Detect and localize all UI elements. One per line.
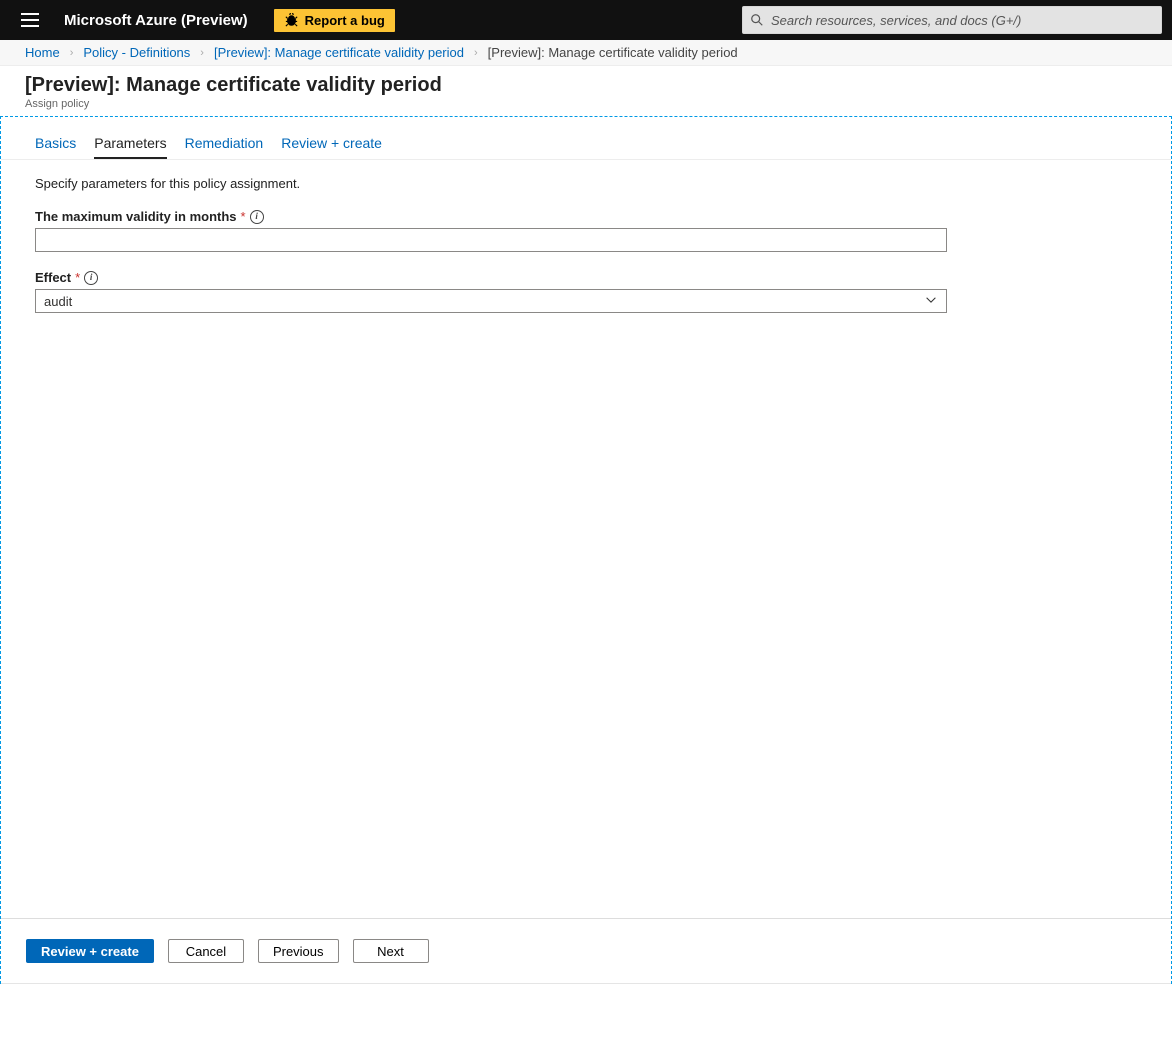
previous-button[interactable]: Previous [258, 939, 339, 963]
cancel-button[interactable]: Cancel [168, 939, 244, 963]
tab-review-create[interactable]: Review + create [281, 135, 382, 159]
breadcrumb-home[interactable]: Home [25, 45, 60, 60]
breadcrumb: Home › Policy - Definitions › [Preview]:… [0, 40, 1172, 66]
tabs: Basics Parameters Remediation Review + c… [1, 117, 1171, 160]
effect-label: Effect [35, 270, 71, 285]
page-subtitle: Assign policy [25, 98, 1172, 110]
bug-icon [284, 13, 299, 28]
report-bug-label: Report a bug [305, 13, 385, 28]
info-icon[interactable]: i [250, 210, 264, 224]
required-indicator: * [241, 209, 246, 224]
chevron-right-icon: › [64, 47, 80, 59]
max-validity-label-row: The maximum validity in months * i [35, 209, 264, 224]
hamburger-icon [21, 13, 39, 27]
info-icon[interactable]: i [84, 271, 98, 285]
page-header: [Preview]: Manage certificate validity p… [0, 66, 1172, 116]
form-body: Specify parameters for this policy assig… [1, 160, 961, 347]
field-max-validity: The maximum validity in months * i [35, 209, 927, 252]
brand-label: Microsoft Azure (Preview) [64, 12, 248, 29]
next-button[interactable]: Next [353, 939, 429, 963]
content-panel: Basics Parameters Remediation Review + c… [0, 116, 1172, 984]
tab-parameters[interactable]: Parameters [94, 135, 166, 159]
report-bug-button[interactable]: Report a bug [274, 9, 395, 32]
page-title: [Preview]: Manage certificate validity p… [25, 74, 1172, 97]
chevron-down-icon [924, 293, 938, 310]
review-create-button[interactable]: Review + create [26, 939, 154, 963]
max-validity-label: The maximum validity in months [35, 209, 237, 224]
max-validity-input[interactable] [35, 228, 947, 252]
chevron-right-icon: › [468, 47, 484, 59]
breadcrumb-current: [Preview]: Manage certificate validity p… [488, 45, 738, 60]
footer: Review + create Cancel Previous Next [1, 918, 1171, 984]
search-icon [750, 13, 764, 27]
chevron-right-icon: › [194, 47, 210, 59]
required-indicator: * [75, 270, 80, 285]
breadcrumb-policy-definitions[interactable]: Policy - Definitions [83, 45, 190, 60]
top-bar: Microsoft Azure (Preview) Report a bug [0, 0, 1172, 40]
search-wrap [742, 6, 1162, 34]
effect-label-row: Effect * i [35, 270, 98, 285]
tab-remediation[interactable]: Remediation [185, 135, 264, 159]
hamburger-menu-button[interactable] [12, 0, 48, 40]
search-input[interactable] [742, 6, 1162, 34]
tab-basics[interactable]: Basics [35, 135, 76, 159]
effect-value: audit [44, 294, 72, 309]
field-effect: Effect * i audit [35, 270, 927, 313]
effect-select[interactable]: audit [35, 289, 947, 313]
breadcrumb-preview-link[interactable]: [Preview]: Manage certificate validity p… [214, 45, 464, 60]
form-description: Specify parameters for this policy assig… [35, 176, 927, 191]
